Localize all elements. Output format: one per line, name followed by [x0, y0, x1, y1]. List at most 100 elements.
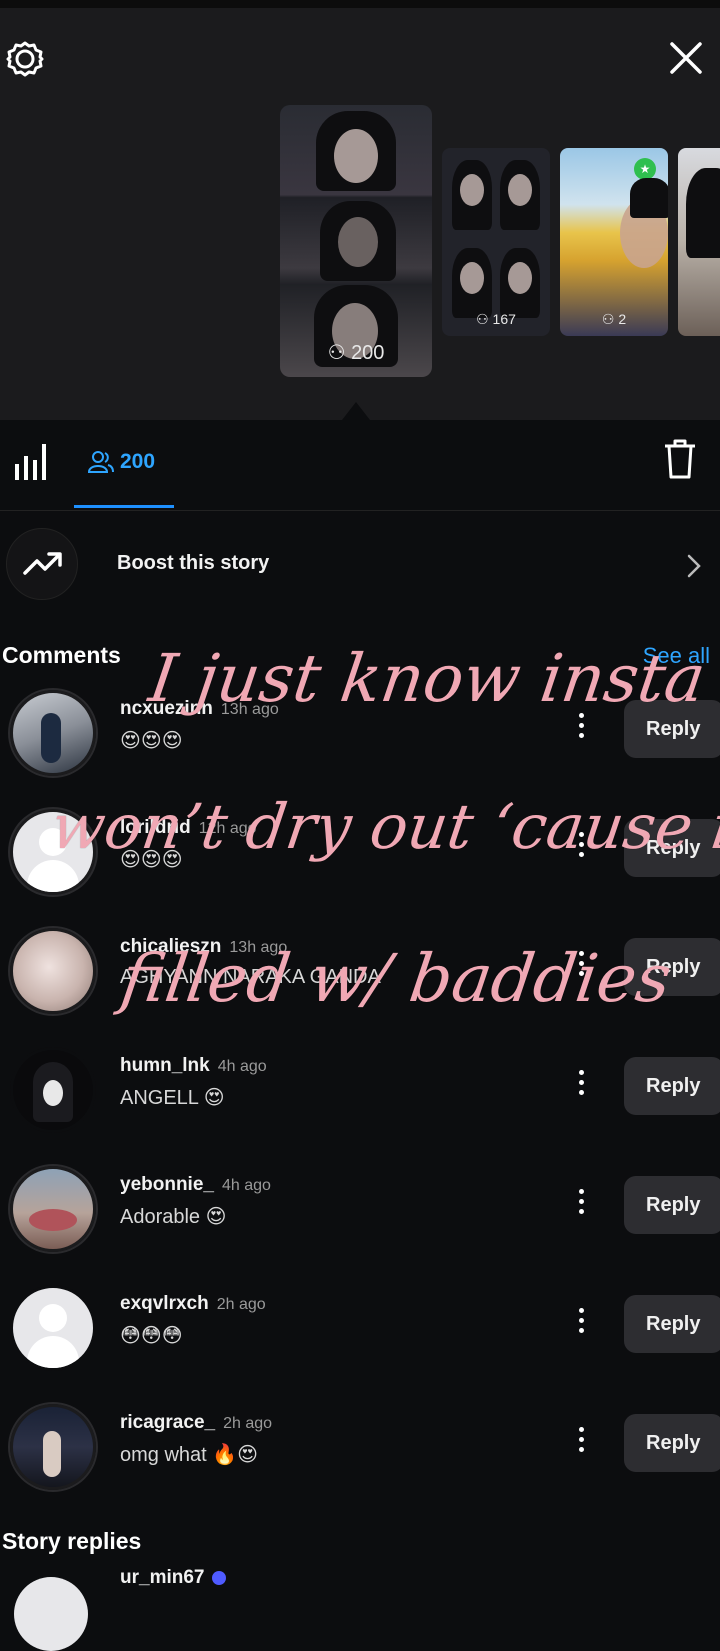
more-options-icon[interactable] — [570, 710, 592, 746]
gear-icon — [6, 41, 44, 77]
story-reply-row[interactable]: ur_min67 — [0, 1565, 720, 1651]
photo-subject — [686, 168, 720, 258]
story-thumbnail[interactable]: ⚇ 167 — [442, 148, 550, 336]
bar-chart-icon — [15, 444, 46, 480]
comments-title: Comments — [2, 642, 121, 668]
reply-button[interactable]: Reply — [624, 819, 720, 877]
chevron-right-icon — [687, 554, 701, 578]
comment-text: Adorable 😍 — [120, 1206, 227, 1228]
story-thumbnail[interactable]: ★ ⚇ 2 — [560, 148, 668, 336]
avatar[interactable] — [10, 809, 96, 895]
reply-button[interactable]: Reply — [624, 1295, 720, 1353]
avatar[interactable] — [10, 690, 96, 776]
close-icon — [670, 42, 702, 74]
story-thumbnail[interactable] — [678, 148, 720, 336]
comment-text: omg what 🔥😍 — [120, 1444, 259, 1466]
more-options-icon[interactable] — [570, 1067, 592, 1103]
comment-time: 4h ago — [217, 1058, 267, 1075]
photo-subject — [41, 713, 61, 763]
story-replies-title: Story replies — [2, 1528, 142, 1554]
trending-up-icon — [23, 552, 62, 575]
comment-username[interactable]: lorildrid 12h ago — [120, 817, 257, 839]
viewers-tab[interactable]: 200 — [88, 442, 155, 482]
settings-button[interactable] — [4, 38, 46, 80]
more-options-icon[interactable] — [570, 829, 592, 865]
avatar[interactable] — [10, 1285, 96, 1371]
comment-text: 😍😍😍 — [120, 730, 183, 752]
reply-username[interactable]: ur_min67 — [120, 1567, 227, 1589]
comment-time: 2h ago — [223, 1415, 273, 1432]
viewer-count: ⚇ 2 — [601, 311, 627, 327]
avatar[interactable] — [10, 1166, 96, 1252]
photo-subject — [338, 217, 378, 267]
story-archive-header: ⚇ 200 ⚇ 167 ★ ⚇ 2 — [0, 0, 720, 420]
reply-button[interactable]: Reply — [624, 1414, 720, 1472]
status-strip — [0, 0, 720, 8]
comment-username[interactable]: humn_lnk 4h ago — [120, 1055, 267, 1077]
more-options-icon[interactable] — [570, 1305, 592, 1341]
comment-username[interactable]: chicalieszn 13h ago — [120, 936, 287, 958]
comment-row: humn_lnk 4h ago ANGELL 😍 Reply — [0, 1047, 720, 1157]
photo-subject — [460, 174, 484, 206]
comment-text: ANGELL 😍 — [120, 1087, 225, 1109]
comment-row: chicalieszn 13h ago AGHYANN NARAKA GANDA … — [0, 928, 720, 1038]
active-tab-indicator — [74, 505, 174, 508]
comment-text: 😍😍😍 — [120, 849, 183, 871]
selected-pointer — [342, 402, 370, 420]
see-all-link[interactable]: See all — [643, 643, 710, 669]
viewers-count: 200 — [120, 450, 156, 473]
viewers-icon — [88, 451, 114, 473]
comment-time: 2h ago — [216, 1296, 266, 1313]
comment-row: ricagrace_ 2h ago omg what 🔥😍 Reply — [0, 1404, 720, 1514]
comment-username[interactable]: exqvlrxch 2h ago — [120, 1293, 266, 1315]
boost-icon-circle — [6, 528, 78, 600]
reply-button[interactable]: Reply — [624, 1057, 720, 1115]
avatar[interactable] — [10, 1404, 96, 1490]
comment-row: yebonnie_ 4h ago Adorable 😍 Reply — [0, 1166, 720, 1276]
boost-story-row[interactable]: Boost this story — [0, 520, 720, 610]
comment-time: 13h ago — [229, 939, 288, 956]
viewers-icon: ⚇ — [327, 342, 346, 364]
photo-subject — [630, 178, 668, 218]
viewer-count: ⚇ 200 — [327, 342, 385, 364]
unread-dot-icon — [212, 1571, 227, 1585]
comment-time: 13h ago — [220, 701, 279, 718]
comment-row: ncxuezinn 13h ago 😍😍😍 Reply — [0, 690, 720, 800]
more-options-icon[interactable] — [570, 948, 592, 984]
viewers-icon: ⚇ — [476, 311, 489, 327]
reply-button[interactable]: Reply — [624, 938, 720, 996]
boost-label: Boost this story — [117, 552, 270, 574]
photo-subject — [29, 1209, 77, 1231]
comment-row: exqvlrxch 2h ago 😳😳😳 Reply — [0, 1285, 720, 1395]
reply-button[interactable]: Reply — [624, 700, 720, 758]
photo-subject — [460, 262, 484, 294]
trash-icon — [665, 439, 695, 479]
avatar[interactable] — [10, 1047, 96, 1133]
close-friends-badge: ★ — [634, 158, 656, 180]
story-thumbnail-selected[interactable]: ⚇ 200 — [280, 105, 432, 377]
more-options-icon[interactable] — [570, 1186, 592, 1222]
avatar[interactable] — [10, 928, 96, 1014]
photo-subject — [334, 129, 378, 183]
photo-subject — [43, 1080, 63, 1106]
avatar[interactable] — [14, 1577, 88, 1651]
viewer-tabs: 200 — [0, 420, 720, 511]
comment-time: 12h ago — [198, 820, 257, 837]
close-button[interactable] — [664, 36, 708, 80]
comment-time: 4h ago — [221, 1177, 271, 1194]
comment-username[interactable]: yebonnie_ 4h ago — [120, 1174, 271, 1196]
reply-button[interactable]: Reply — [624, 1176, 720, 1234]
comment-row: lorildrid 12h ago 😍😍😍 Reply — [0, 809, 720, 919]
comment-username[interactable]: ncxuezinn 13h ago — [120, 698, 279, 720]
photo-subject — [43, 1431, 61, 1477]
photo-subject — [508, 174, 532, 206]
photo-subject — [508, 262, 532, 294]
delete-story-button[interactable] — [660, 436, 700, 482]
comment-text: AGHYANN NARAKA GANDA — [120, 966, 381, 988]
viewers-icon: ⚇ — [601, 311, 615, 327]
comment-username[interactable]: ricagrace_ 2h ago — [120, 1412, 272, 1434]
viewer-count: ⚇ 167 — [476, 311, 516, 327]
comment-text: 😳😳😳 — [120, 1325, 183, 1347]
more-options-icon[interactable] — [570, 1424, 592, 1460]
insights-tab[interactable] — [12, 440, 52, 484]
